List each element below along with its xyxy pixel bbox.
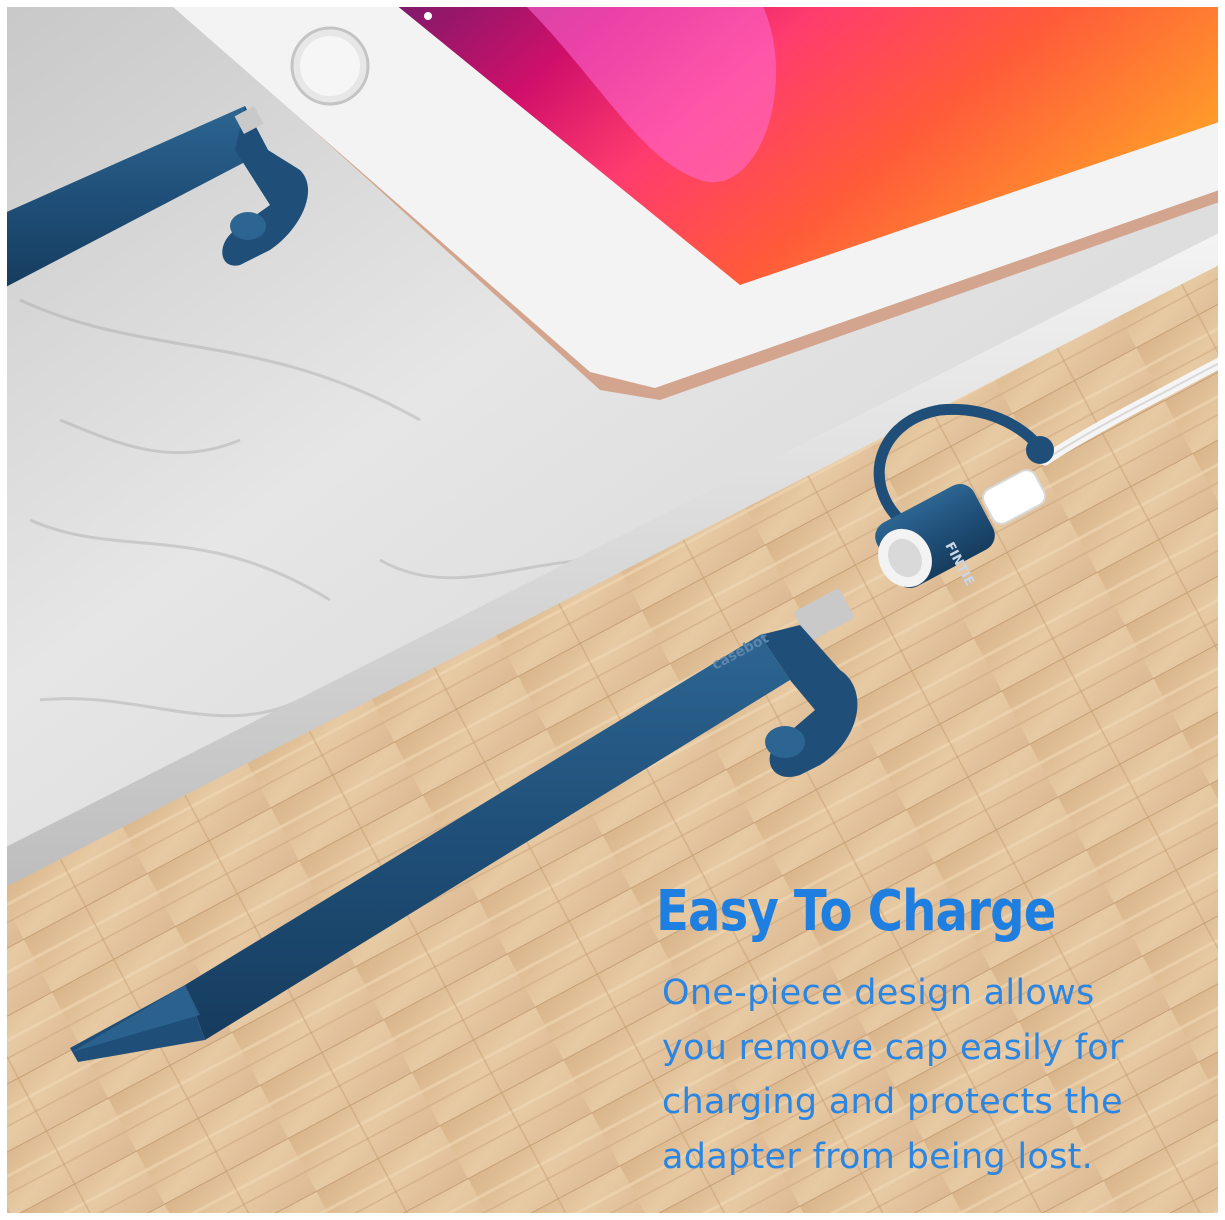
description-line: you remove cap easily for (662, 1027, 1124, 1068)
description-line: adapter from being lost. (662, 1136, 1094, 1177)
description-line: One-piece design allows (662, 973, 1095, 1013)
product-image: FINTIE casebot Easy To Charge One-piece … (0, 0, 1225, 1220)
description: One-piece design allows you remove cap e… (662, 966, 1202, 1184)
headline: Easy To Charge (656, 879, 1056, 944)
description-line: charging and protects the (662, 1082, 1123, 1122)
